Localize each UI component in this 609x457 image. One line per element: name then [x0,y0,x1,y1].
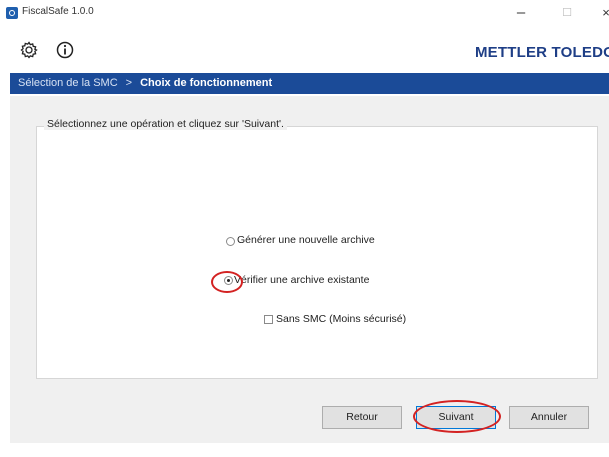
breadcrumb: Sélection de la SMC > Choix de fonctionnem… [10,73,609,94]
annotation-circle-radio [211,271,243,293]
info-icon[interactable] [55,40,75,60]
minimize-button[interactable]: – [511,4,531,22]
app-icon [6,7,18,19]
label-without-smc[interactable]: Sans SMC (Moins sécurisé) [276,313,406,325]
checkbox-without-smc[interactable] [264,315,273,324]
back-button[interactable]: Retour [322,406,402,429]
breadcrumb-step-smc[interactable]: Sélection de la SMC [18,73,118,94]
title-bar: FiscalSafe 1.0.0 – ☐ × [0,0,609,26]
window-title: FiscalSafe 1.0.0 [22,6,94,17]
annotation-circle-next [413,400,501,433]
toolbar: METTLER TOLEDO [0,36,609,68]
operation-groupbox: Générer une nouvelle archive Vérifier un… [36,126,598,379]
maximize-button[interactable]: ☐ [557,4,577,22]
gear-icon[interactable] [19,40,39,60]
close-button[interactable]: × [596,4,609,22]
cancel-button[interactable]: Annuler [509,406,589,429]
breadcrumb-step-current: Choix de fonctionnement [140,77,273,89]
main-panel: Générer une nouvelle archive Vérifier un… [10,96,609,443]
brand-logo: METTLER TOLEDO [474,44,609,61]
label-verify-archive[interactable]: Vérifier une archive existante [234,274,369,286]
groupbox-legend: Sélectionnez une opération et cliquez su… [44,118,287,130]
breadcrumb-separator: > [125,77,133,89]
radio-new-archive[interactable] [226,237,235,246]
label-new-archive[interactable]: Générer une nouvelle archive [237,234,375,246]
